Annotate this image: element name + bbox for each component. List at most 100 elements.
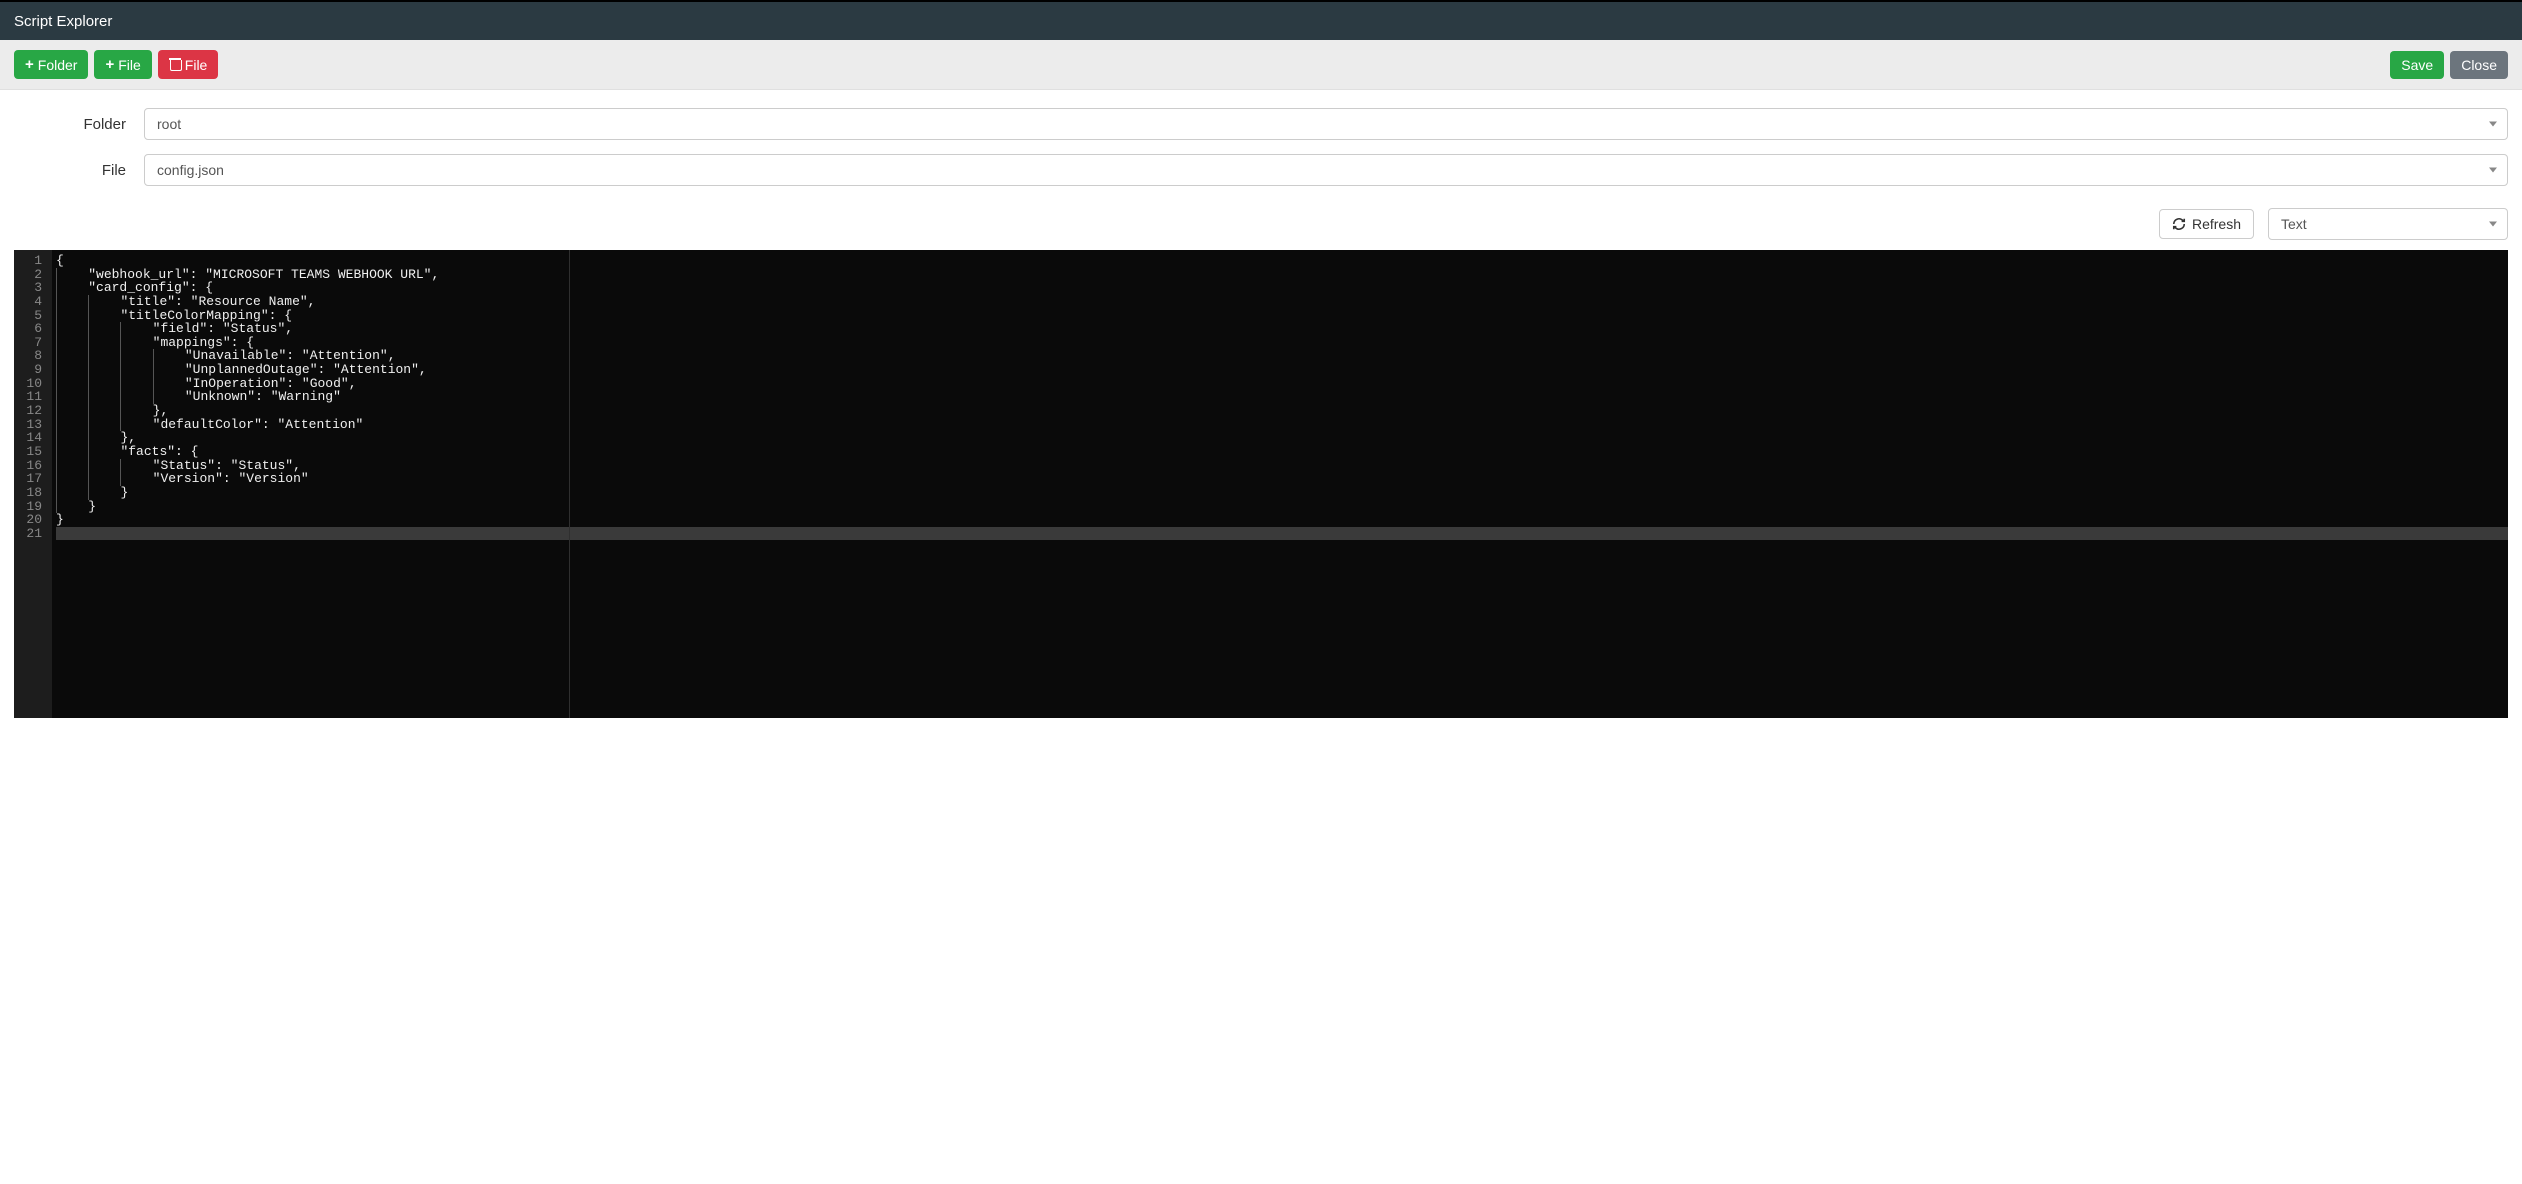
add-folder-button[interactable]: Folder [14,50,88,79]
code-line[interactable]: { [56,254,2508,268]
file-field: config.json [144,154,2508,186]
code-line[interactable]: "titleColorMapping": { [56,309,2508,323]
line-number: 18 [14,486,46,500]
code-line[interactable]: "title": "Resource Name", [56,295,2508,309]
indent-guide [56,500,88,514]
indent-guide [56,486,88,500]
code-line[interactable] [56,527,2508,541]
code-line[interactable]: "field": "Status", [56,322,2508,336]
refresh-button[interactable]: Refresh [2159,209,2254,239]
code-line[interactable]: } [56,513,2508,527]
indent-guide [88,336,120,350]
file-select[interactable]: config.json [144,154,2508,186]
indent-guide [88,322,120,336]
editor-toolbar: Refresh Text [0,208,2522,250]
line-number: 12 [14,404,46,418]
indent-guide [56,418,88,432]
code-line[interactable]: "Version": "Version" [56,472,2508,486]
indent-guide [120,336,152,350]
folder-field-label: Folder [14,116,144,133]
indent-guide [120,459,152,473]
line-number: 2 [14,268,46,282]
add-file-button[interactable]: File [94,50,151,79]
indent-guide [88,472,120,486]
indent-guide [56,322,88,336]
indent-guide [56,268,88,282]
line-number: 17 [14,472,46,486]
indent-guide [56,363,88,377]
refresh-icon [2172,217,2186,231]
add-file-label: File [118,57,141,73]
indent-guide [56,281,88,295]
delete-file-label: File [185,57,208,73]
indent-guide [56,431,88,445]
code-area[interactable]: { "webhook_url": "MICROSOFT TEAMS WEBHOO… [52,250,2508,718]
chevron-down-icon [2489,122,2497,127]
file-field-label: File [14,162,144,179]
indent-guide [153,390,185,404]
indent-guide [120,322,152,336]
indent-guide [88,363,120,377]
line-number: 8 [14,349,46,363]
indent-guide [56,472,88,486]
indent-guide [153,363,185,377]
toolbar: Folder File File Save Close [0,40,2522,90]
editor-wrap: 123456789101112131415161718192021 { "web… [14,250,2508,718]
indent-guide [56,445,88,459]
app-title: Script Explorer [14,13,112,30]
code-line[interactable]: "Unknown": "Warning" [56,390,2508,404]
close-button[interactable]: Close [2450,51,2508,79]
chevron-down-icon [2489,222,2497,227]
indent-guide [56,336,88,350]
code-line[interactable]: "defaultColor": "Attention" [56,418,2508,432]
chevron-down-icon [2489,168,2497,173]
save-label: Save [2401,57,2433,73]
plus-icon [105,56,114,73]
indent-guide [153,349,185,363]
line-number: 11 [14,390,46,404]
indent-guide [88,418,120,432]
code-line[interactable]: } [56,500,2508,514]
line-number: 20 [14,513,46,527]
title-bar: Script Explorer [0,2,2522,40]
mode-select-wrap: Text [2268,208,2508,240]
code-line[interactable]: "Unavailable": "Attention", [56,349,2508,363]
line-number: 16 [14,459,46,473]
code-line[interactable]: "InOperation": "Good", [56,377,2508,391]
line-number: 10 [14,377,46,391]
indent-guide [88,404,120,418]
indent-guide [120,363,152,377]
indent-guide [153,377,185,391]
toolbar-left-group: Folder File File [14,50,218,79]
indent-guide [56,309,88,323]
mode-select[interactable]: Text [2268,208,2508,240]
line-number: 21 [14,527,46,541]
indent-guide [56,459,88,473]
folder-select[interactable]: root [144,108,2508,140]
line-number: 5 [14,309,46,323]
code-line[interactable]: "card_config": { [56,281,2508,295]
code-line[interactable]: } [56,486,2508,500]
code-line[interactable]: }, [56,404,2508,418]
code-line[interactable]: "UnplannedOutage": "Attention", [56,363,2508,377]
save-button[interactable]: Save [2390,51,2444,79]
plus-icon [25,56,34,73]
code-line[interactable]: }, [56,431,2508,445]
mode-select-value: Text [2281,216,2307,232]
indent-guide [120,418,152,432]
indent-guide [120,349,152,363]
file-row: File config.json [14,154,2508,186]
code-line[interactable]: "Status": "Status", [56,459,2508,473]
code-line[interactable]: "facts": { [56,445,2508,459]
indent-guide [88,309,120,323]
line-number: 13 [14,418,46,432]
indent-guide [88,295,120,309]
indent-guide [56,377,88,391]
toolbar-right-group: Save Close [2390,51,2508,79]
code-line[interactable]: "webhook_url": "MICROSOFT TEAMS WEBHOOK … [56,268,2508,282]
delete-file-button[interactable]: File [158,50,219,79]
add-folder-label: Folder [38,57,78,73]
code-editor[interactable]: 123456789101112131415161718192021 { "web… [14,250,2508,718]
indent-guide [88,431,120,445]
code-line[interactable]: "mappings": { [56,336,2508,350]
